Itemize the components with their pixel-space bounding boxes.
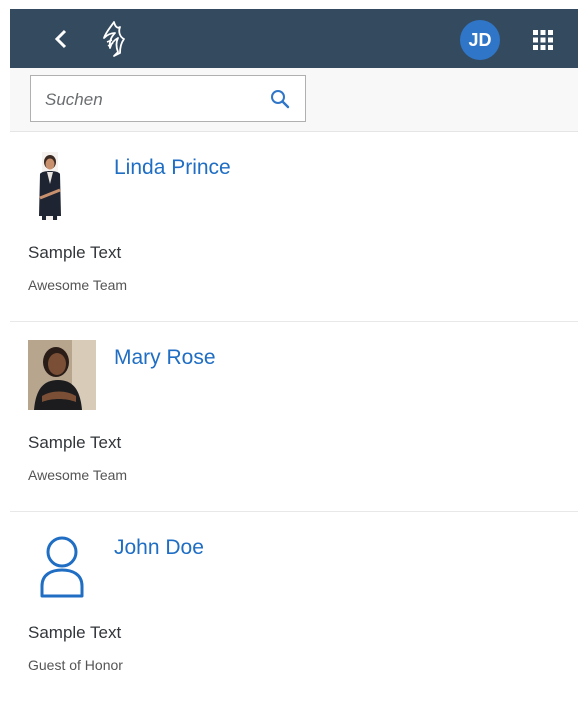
user-avatar-button[interactable]: JD xyxy=(460,20,500,60)
person-description: Sample Text xyxy=(28,433,122,452)
product-switch-button[interactable] xyxy=(528,25,558,55)
search-input[interactable] xyxy=(43,76,267,123)
person-name-link[interactable]: John Doe xyxy=(114,536,204,560)
person-team: Awesome Team xyxy=(28,277,128,293)
chevron-left-icon xyxy=(54,29,67,49)
people-list: Linda Prince Sample Text Awesome Team Ma… xyxy=(10,132,578,701)
list-item[interactable]: Linda Prince Sample Text Awesome Team xyxy=(10,132,578,322)
person-name-link[interactable]: Linda Prince xyxy=(114,156,231,180)
search-icon[interactable] xyxy=(269,88,291,110)
linda-photo xyxy=(28,150,96,220)
person-name-link[interactable]: Mary Rose xyxy=(114,346,216,370)
grid-menu-icon xyxy=(533,30,553,50)
list-item[interactable]: Mary Rose Sample Text Awesome Team xyxy=(10,322,578,512)
search-toolbar xyxy=(10,68,578,132)
person-description: Sample Text xyxy=(28,623,122,642)
person-team: Guest of Honor xyxy=(28,657,123,673)
person-description: Sample Text xyxy=(28,243,122,262)
bird-logo-icon xyxy=(96,20,130,58)
list-item[interactable]: John Doe Sample Text Guest of Honor xyxy=(10,512,578,701)
shell-bar: JD xyxy=(10,9,578,68)
search-field xyxy=(30,75,306,123)
back-button[interactable] xyxy=(50,27,74,51)
mary-photo xyxy=(28,340,96,410)
avatar-initials: JD xyxy=(468,29,492,50)
person-team: Awesome Team xyxy=(28,467,128,483)
person-placeholder-icon xyxy=(28,530,96,600)
